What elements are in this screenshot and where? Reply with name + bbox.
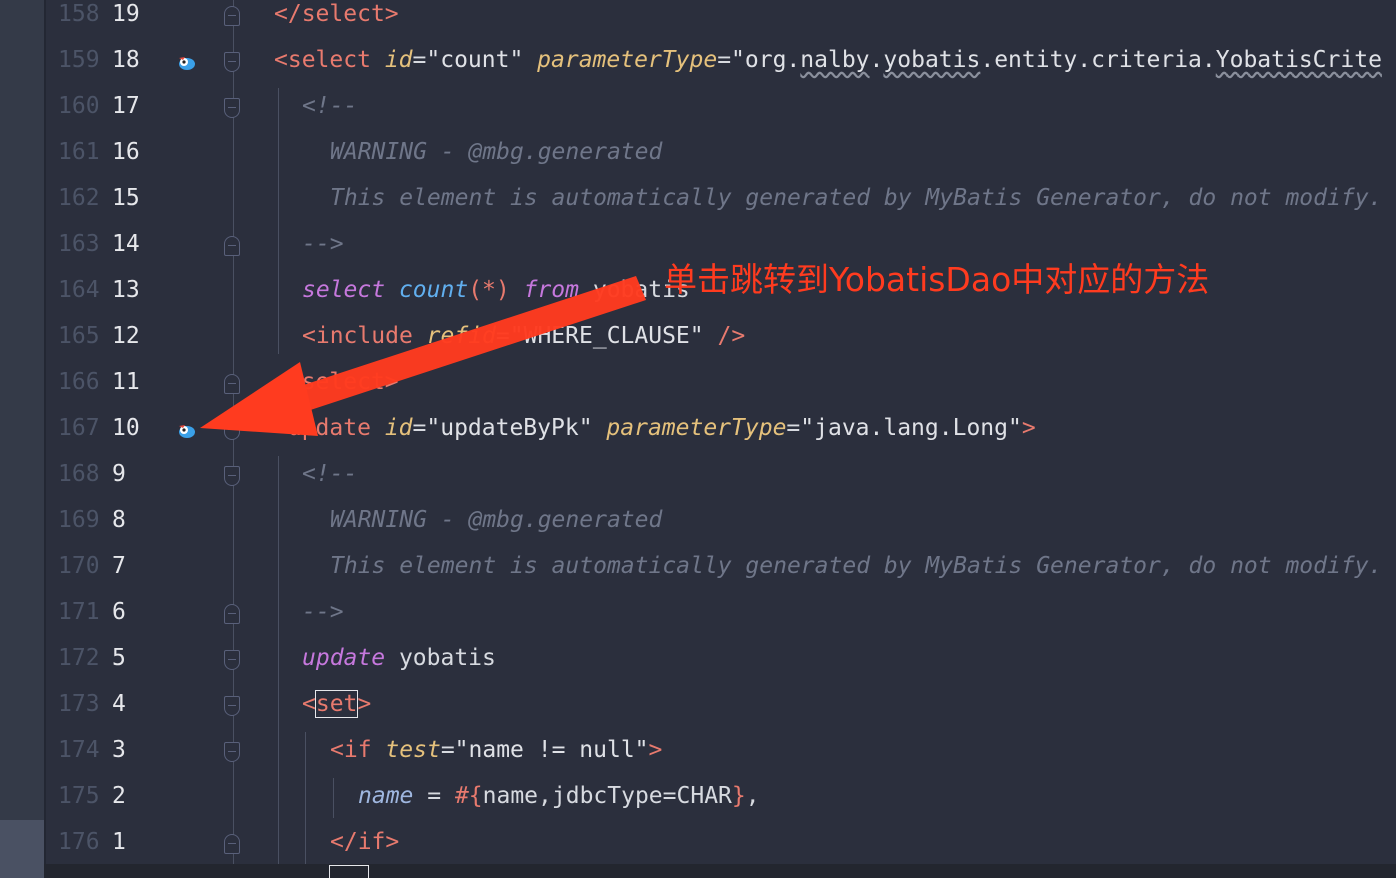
annotation-arrow-icon: [200, 276, 646, 436]
annotation-text: 单击跳转到YobatisDao中对应的方法: [664, 260, 1210, 299]
